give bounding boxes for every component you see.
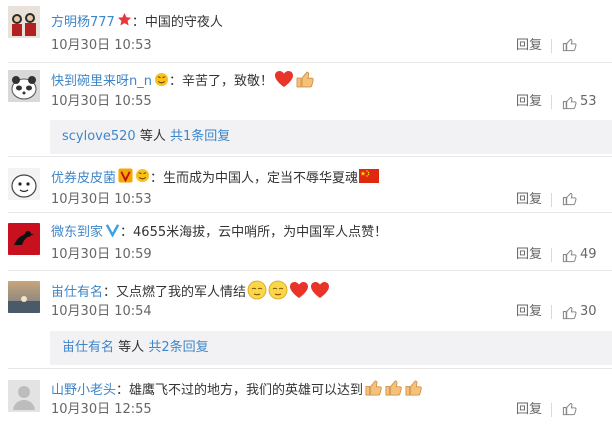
thumbs-up-emoji-icon xyxy=(404,378,423,403)
comment-divider xyxy=(8,156,612,157)
reply-button[interactable]: 回复 xyxy=(516,37,542,55)
comment-username[interactable]: 微东到家 xyxy=(51,224,103,242)
comment-timestamp: 10月30日 10:54 xyxy=(51,304,152,319)
action-divider xyxy=(551,248,552,262)
avatar[interactable] xyxy=(8,281,40,313)
heart-icon xyxy=(289,281,309,305)
comment-timestamp: 10月30日 10:53 xyxy=(51,38,152,53)
comment-divider xyxy=(8,368,612,369)
thumbs-up-icon xyxy=(562,249,577,262)
avatar[interactable] xyxy=(8,168,40,200)
thumbs-up-emoji-icon xyxy=(384,378,403,403)
reply-summary: scylove520 等人 共1条回复 xyxy=(50,120,612,154)
action-divider xyxy=(551,193,552,207)
comment-username[interactable]: 山野小老头 xyxy=(51,382,116,400)
thumbs-up-icon xyxy=(562,306,577,319)
avatar[interactable] xyxy=(8,223,40,255)
action-divider xyxy=(551,95,552,109)
like-count: 53 xyxy=(580,94,597,109)
comment-username[interactable]: 优券皮皮菌 xyxy=(51,170,116,188)
comment-text: 雄鹰飞不过的地方，我们的英雄可以达到 xyxy=(129,382,364,398)
comment-divider xyxy=(8,62,612,63)
comment-timestamp: 10月30日 12:55 xyxy=(51,402,152,417)
comment-username[interactable]: 峀仕有名 xyxy=(51,284,103,302)
like-count: 49 xyxy=(580,247,597,262)
thumbs-up-icon xyxy=(562,192,577,206)
china-flag-icon xyxy=(359,168,380,189)
verified-v-icon xyxy=(118,168,133,189)
heart-icon xyxy=(310,281,330,305)
avatar[interactable] xyxy=(8,380,40,412)
relieved-face-icon xyxy=(268,280,288,306)
action-divider xyxy=(551,39,552,53)
relieved-face-icon xyxy=(247,280,267,306)
reply-button[interactable]: 回复 xyxy=(516,246,542,264)
comment-timestamp: 10月30日 10:53 xyxy=(51,192,152,207)
action-divider xyxy=(551,305,552,319)
like-button[interactable] xyxy=(562,191,580,206)
comment-timestamp: 10月30日 10:59 xyxy=(51,247,152,262)
comment-username[interactable]: 方明杨777 xyxy=(51,14,115,32)
reply-button[interactable]: 回复 xyxy=(516,93,542,111)
comment-text: 辛苦了，致敬！ xyxy=(182,74,274,89)
heart-icon xyxy=(274,70,294,94)
comment-divider xyxy=(8,212,612,213)
comment-timestamp: 10月30日 10:55 xyxy=(51,94,152,109)
reply-summary-user[interactable]: 峀仕有名 xyxy=(62,340,114,355)
emoji-face-icon xyxy=(135,168,150,189)
thumbs-up-emoji-icon xyxy=(295,69,315,95)
reply-summary: 峀仕有名 等人 共2条回复 xyxy=(50,331,612,365)
view-replies-link[interactable]: 共2条回复 xyxy=(148,340,208,355)
like-count: 30 xyxy=(580,304,597,319)
reply-button[interactable]: 回复 xyxy=(516,191,542,209)
comment-username[interactable]: 快到碗里来呀n_n xyxy=(51,73,152,91)
comment-text: 中国的守夜人 xyxy=(144,14,223,30)
verified-v-icon xyxy=(105,222,120,243)
avatar[interactable] xyxy=(8,70,40,102)
reply-button[interactable]: 回复 xyxy=(516,303,542,321)
like-button[interactable] xyxy=(562,37,580,52)
comment-text: 又点燃了我的军人情结 xyxy=(116,285,247,300)
like-button[interactable]: 53 xyxy=(562,93,597,111)
action-divider xyxy=(551,403,552,417)
like-button[interactable]: 30 xyxy=(562,303,597,321)
comment-text: 4655米海拔，云中哨所，为中国军人点赞！ xyxy=(133,224,388,240)
emoji-face-icon xyxy=(154,72,169,93)
comment-feed: 方明杨777 ： 中国的守夜人 10月30日 10:53 回复 快到碗里来呀n_… xyxy=(0,0,612,425)
avatar[interactable] xyxy=(8,6,40,38)
like-button[interactable]: 49 xyxy=(562,246,597,264)
view-replies-link[interactable]: 共1条回复 xyxy=(170,129,230,144)
reply-button[interactable]: 回复 xyxy=(516,401,542,419)
thumbs-up-emoji-icon xyxy=(364,378,383,403)
thumbs-up-icon xyxy=(562,38,577,52)
reply-summary-user[interactable]: scylove520 xyxy=(62,129,136,144)
comment-divider xyxy=(8,270,612,271)
thumbs-up-icon xyxy=(562,402,577,416)
thumbs-up-icon xyxy=(562,96,577,109)
comment-text: 生而成为中国人，定当不辱华夏魂 xyxy=(163,170,359,186)
star-icon xyxy=(117,12,132,33)
like-button[interactable] xyxy=(562,401,580,416)
